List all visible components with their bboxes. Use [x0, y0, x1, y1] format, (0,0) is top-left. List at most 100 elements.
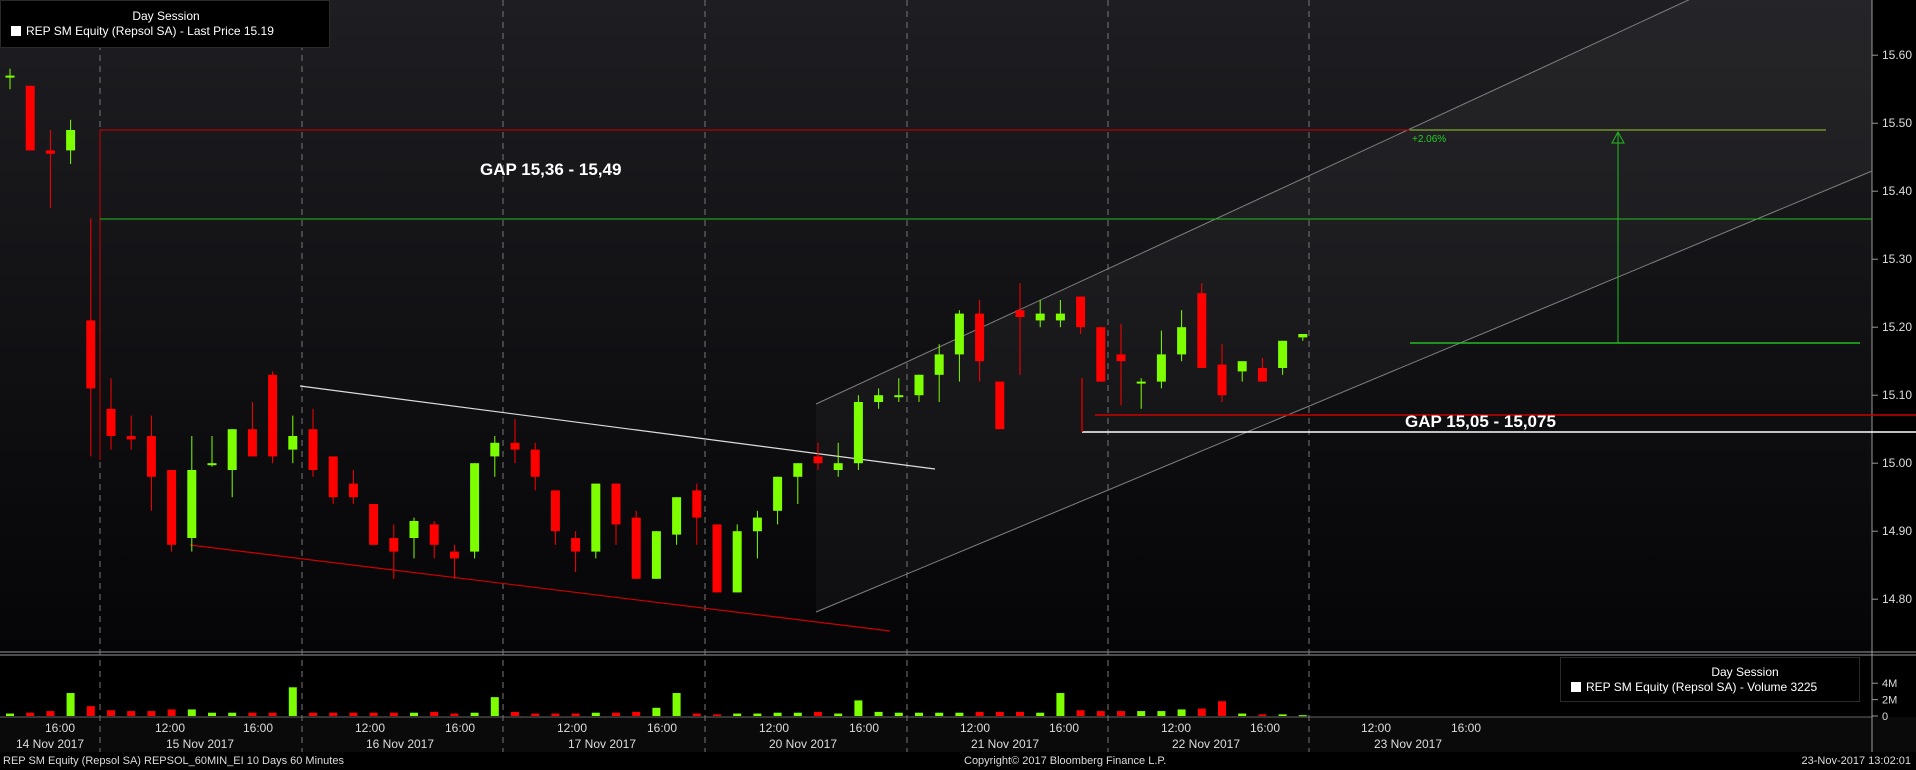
candle-body	[167, 470, 177, 545]
time-tick-label: 12:00	[1361, 721, 1391, 735]
candle-body	[126, 436, 136, 440]
candle-body	[510, 442, 520, 450]
volume-bar	[632, 711, 641, 716]
candle-body	[247, 429, 257, 457]
volume-bar	[773, 712, 782, 716]
volume-bar	[1157, 711, 1166, 716]
date-tick-label: 23 Nov 2017	[1374, 737, 1442, 751]
volume-bar	[531, 713, 540, 716]
time-tick-label: 16:00	[647, 721, 677, 735]
volume-bar	[551, 713, 560, 716]
time-tick-label: 12:00	[355, 721, 385, 735]
candle-body	[672, 497, 682, 535]
price-chart: GAP 15,36 - 15,49 GAP 15,05 - 15,075 +2.…	[0, 0, 1916, 752]
candle	[328, 456, 338, 504]
candle-body	[651, 531, 661, 579]
volume-bar	[511, 711, 519, 716]
price-tick-label: 15.20	[1882, 320, 1912, 334]
candle	[853, 395, 863, 470]
volume-axis: 4M 2M 0	[1872, 678, 1897, 723]
volume-bar	[612, 712, 620, 716]
volume-bar	[268, 712, 277, 716]
candle-body	[227, 429, 237, 470]
price-tick-label: 15.60	[1882, 48, 1912, 62]
volume-bar	[854, 700, 863, 716]
volume-bar	[26, 712, 35, 716]
candle-body	[1055, 313, 1065, 321]
candle-body	[25, 85, 35, 151]
candle-body	[611, 483, 621, 525]
candle-body	[813, 456, 823, 464]
candle-body	[773, 476, 783, 511]
candle	[25, 85, 35, 151]
candle-body	[308, 429, 318, 470]
volume-bar	[288, 687, 297, 716]
volume-bar	[1016, 711, 1024, 716]
candle-body	[348, 483, 358, 498]
candle-body	[1197, 293, 1207, 368]
candle-body	[874, 395, 884, 402]
price-axis: 14.80 14.90 15.00 15.10 15.20 15.30 15.40 15.50…	[1872, 48, 1912, 606]
candle-body	[954, 313, 964, 355]
volume-bar	[915, 712, 923, 716]
candle	[1197, 283, 1207, 368]
candle-body	[1076, 296, 1086, 328]
volume-bar	[652, 707, 661, 716]
candle-body	[389, 538, 399, 552]
volume-legend: Day Session REP SM Equity (Repsol SA) - …	[1560, 657, 1860, 702]
candle-body	[1035, 313, 1045, 321]
volume-bar	[955, 712, 964, 716]
volume-bar	[1278, 714, 1287, 716]
date-tick-label: 17 Nov 2017	[568, 737, 636, 751]
candle-body	[793, 463, 803, 477]
volume-bar	[571, 713, 580, 716]
volume-bar	[793, 712, 802, 716]
volume-bar	[1096, 711, 1105, 716]
candle-body	[1298, 334, 1308, 338]
candle-body	[1237, 361, 1247, 372]
candle-body	[5, 75, 15, 78]
candle-body	[571, 538, 581, 552]
volume-bar	[147, 711, 156, 716]
candle-body	[934, 354, 944, 375]
price-legend-entry: REP SM Equity (Repsol SA) - Last Price 1…	[11, 24, 329, 39]
volume-bar	[208, 712, 216, 716]
volume-bar	[349, 712, 358, 716]
volume-bar	[1177, 709, 1186, 716]
candle-body	[470, 463, 480, 552]
volume-bar	[692, 713, 701, 716]
volume-bar	[490, 697, 499, 716]
candle-body	[914, 374, 924, 396]
candle	[712, 524, 722, 593]
volume-bar	[975, 711, 984, 716]
candle-body	[712, 524, 722, 593]
price-tick-label: 14.90	[1882, 524, 1912, 538]
volume-tick-label: 4M	[1882, 678, 1897, 690]
volume-tick-label: 2M	[1882, 695, 1897, 707]
volume-bar	[46, 711, 55, 716]
date-tick-label: 16 Nov 2017	[366, 737, 434, 751]
time-tick-label: 12:00	[557, 721, 587, 735]
candle	[732, 524, 742, 593]
candle-body	[550, 490, 560, 532]
candle-body	[86, 320, 96, 389]
candle-body	[752, 517, 762, 532]
time-tick-label: 16:00	[1250, 721, 1280, 735]
time-tick-label: 16:00	[849, 721, 879, 735]
candle-body	[833, 463, 843, 470]
candle-body	[1177, 327, 1187, 355]
volume-bar	[874, 711, 883, 716]
volume-bar	[66, 693, 75, 716]
candle-body	[1096, 327, 1106, 382]
price-tick-label: 15.00	[1882, 456, 1912, 470]
candle-body	[1136, 381, 1146, 384]
volume-bar	[248, 712, 257, 716]
time-tick-label: 12:00	[1161, 721, 1191, 735]
candle-body	[45, 150, 55, 154]
date-tick-label: 15 Nov 2017	[166, 737, 234, 751]
volume-bar	[1218, 701, 1226, 716]
volume-bar	[369, 712, 378, 716]
candle-body	[631, 517, 641, 579]
volume-bar	[167, 709, 176, 716]
volume-bar	[107, 710, 115, 716]
